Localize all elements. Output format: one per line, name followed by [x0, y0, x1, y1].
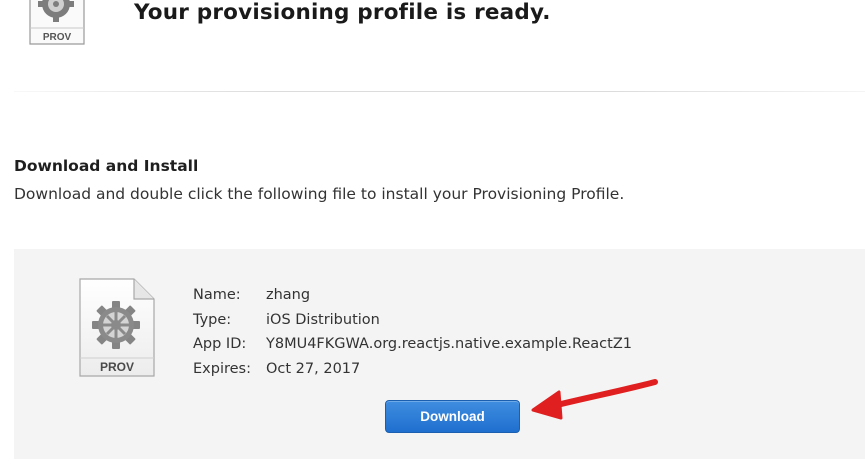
field-label: App ID:	[193, 336, 247, 352]
field-label: Name:	[193, 287, 241, 303]
divider	[14, 91, 865, 92]
profile-expires-value: Oct 27, 2017	[266, 360, 361, 377]
profile-type-value: iOS Distribution	[266, 311, 380, 328]
provisioning-profile-icon: PROV	[26, 0, 86, 46]
profile-appid-value: Y8MU4FKGWA.org.reactjs.native.example.Re…	[266, 336, 632, 352]
section-heading: Download and Install	[14, 157, 199, 175]
profile-name-value: zhang	[266, 287, 311, 303]
provisioning-profile-file-icon: PROV	[78, 278, 156, 378]
profile-name-row: Name: zhang	[193, 283, 632, 308]
profile-details: Name: zhang Type: iOS Distribution App I…	[193, 283, 632, 381]
red-arrow-annotation	[525, 372, 665, 422]
profile-appid-row: App ID: Y8MU4FKGWA.org.reactjs.native.ex…	[193, 332, 632, 357]
file-icon-label: PROV	[100, 360, 134, 374]
page-title: Your provisioning profile is ready.	[134, 0, 551, 25]
header-icon-label: PROV	[43, 32, 72, 43]
download-button[interactable]: Download	[385, 400, 520, 433]
profile-type-row: Type: iOS Distribution	[193, 308, 632, 333]
field-label: Expires:	[193, 360, 251, 377]
field-label: Type:	[193, 311, 232, 328]
section-description: Download and double click the following …	[14, 185, 625, 203]
